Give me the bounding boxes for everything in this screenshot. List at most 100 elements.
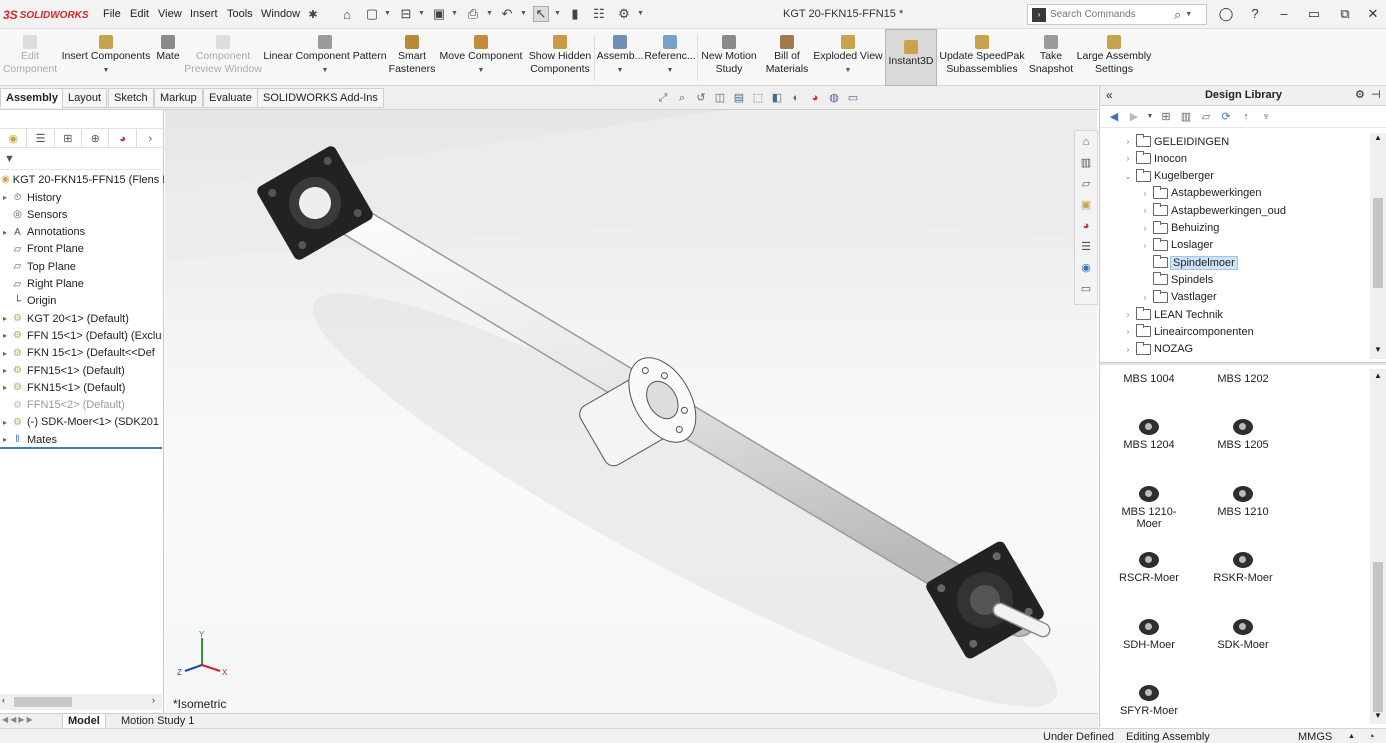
library-folder[interactable]: › LEAN Technik — [1122, 306, 1223, 323]
file-properties-icon[interactable]: ☷ — [591, 6, 607, 22]
take-snapshot-button[interactable]: Take Snapshot — [1026, 29, 1076, 86]
help-icon[interactable]: ? — [1247, 6, 1263, 22]
menu-file[interactable]: File — [103, 8, 121, 20]
solidworks-resources-icon[interactable]: ⌂ — [1075, 131, 1097, 152]
library-folder[interactable]: › Behuizing — [1139, 220, 1219, 237]
expand-arrow-icon[interactable]: ▸ — [0, 193, 10, 202]
library-folder[interactable]: › Astapbewerkingen_oud — [1139, 202, 1286, 219]
expand-arrow-icon[interactable]: ▸ — [0, 228, 10, 237]
property-manager-icon[interactable]: ☰ — [27, 129, 55, 148]
component-preview-window-button[interactable]: Component Preview Window — [184, 29, 262, 86]
chevron-right-icon[interactable]: › — [1122, 345, 1134, 354]
chevron-down-icon[interactable]: ▼ — [667, 64, 674, 77]
rebuild-traffic-light-icon[interactable]: ▮ — [567, 6, 583, 22]
expand-arrow-icon[interactable]: ▸ — [0, 418, 10, 427]
mate-button[interactable]: Mate — [152, 29, 184, 86]
ball-screw-model[interactable]: Y X Z — [165, 110, 1097, 713]
instant3d-button[interactable]: Instant3D — [885, 29, 937, 86]
scrollbar-thumb[interactable] — [1373, 562, 1383, 712]
assembly-features-button[interactable]: Assemb... ▼ — [596, 29, 644, 86]
user-account-icon[interactable]: ◯ — [1218, 6, 1234, 22]
chevron-right-icon[interactable]: › — [152, 695, 155, 705]
show-hidden-components-button[interactable]: Show Hidden Components — [526, 29, 594, 86]
zoom-to-fit-icon[interactable]: ⤢ — [655, 90, 671, 106]
panel-splitter[interactable] — [1100, 362, 1386, 365]
maximize-icon[interactable]: ⧉ — [1337, 6, 1353, 22]
horizontal-scrollbar[interactable]: ‹ › — [0, 694, 162, 710]
edit-appearance-icon[interactable]: ◕ — [807, 90, 823, 106]
feature-tree-icon[interactable]: ◉ — [0, 129, 28, 148]
search-icon[interactable]: ⌕ — [1174, 7, 1181, 23]
library-part[interactable]: MBS 1204 — [1109, 419, 1189, 451]
view-orientation-icon[interactable]: ⬚ — [750, 90, 766, 106]
chevron-right-icon[interactable]: › — [1139, 206, 1151, 215]
chevron-down-icon[interactable]: ▼ — [554, 10, 561, 17]
library-folder[interactable]: › GELEIDINGEN — [1122, 133, 1229, 150]
menu-edit[interactable]: Edit — [130, 8, 149, 20]
library-folder[interactable]: Spindels — [1139, 271, 1213, 288]
chevron-down-icon[interactable]: ▼ — [486, 10, 493, 17]
minimize-icon[interactable]: – — [1276, 6, 1292, 22]
chevron-right-icon[interactable]: › — [1122, 327, 1134, 336]
refresh-icon[interactable]: ⟳ — [1218, 109, 1234, 125]
expand-arrow-icon[interactable]: ▸ — [0, 314, 10, 323]
chevron-up-icon[interactable]: ▲ — [1348, 733, 1355, 740]
library-part[interactable]: MBS 1202 — [1203, 369, 1283, 385]
menu-view[interactable]: View — [158, 8, 182, 20]
tree-item[interactable]: ▸ ⚙ KGT 20<1> (Default) — [0, 310, 164, 327]
chevron-down-icon[interactable]: ▼ — [520, 10, 527, 17]
library-folder[interactable]: › Astapbewerkingen — [1139, 185, 1262, 202]
library-part[interactable]: MBS 1210-Moer — [1109, 485, 1189, 530]
customize-status-icon[interactable]: ◔ — [1368, 731, 1375, 743]
chevron-down-icon[interactable]: ▼ — [322, 64, 329, 77]
library-folder[interactable]: › Inocon — [1122, 150, 1187, 167]
exploded-view-button[interactable]: Exploded View ▼ — [812, 29, 884, 86]
search-input[interactable] — [1050, 9, 1170, 20]
library-part[interactable]: SDH-Moer — [1109, 618, 1189, 651]
move-component-button[interactable]: Move Component ▼ — [436, 29, 526, 86]
open-folder-icon[interactable]: ⊟ — [398, 6, 414, 22]
library-part[interactable]: MBS 1004 — [1109, 369, 1189, 385]
save-icon[interactable]: ▣ — [431, 6, 447, 22]
chevron-down-icon[interactable]: ▼ — [1146, 109, 1154, 125]
chevron-down-icon[interactable]: ▼ — [1374, 345, 1382, 354]
smart-fasteners-button[interactable]: Smart Fasteners — [388, 29, 436, 86]
hide-show-items-icon[interactable]: ◐ — [788, 90, 804, 106]
tab-sketch[interactable]: Sketch — [108, 88, 154, 108]
chevron-down-icon[interactable]: ▼ — [637, 10, 644, 17]
forward-icon[interactable]: ▶ — [1126, 109, 1142, 125]
tree-item[interactable]: ▸ ⚙ FKN15<1> (Default) — [0, 379, 164, 396]
bill-of-materials-button[interactable]: Bill of Materials — [762, 29, 812, 86]
chevron-right-icon[interactable]: › — [1139, 189, 1151, 198]
menu-tools[interactable]: Tools — [227, 8, 253, 20]
reference-geometry-button[interactable]: Referenc... ▼ — [644, 29, 696, 86]
unit-system[interactable]: MMGS — [1298, 731, 1332, 743]
dimxpert-icon[interactable]: ⊕ — [82, 129, 110, 148]
library-part[interactable]: MBS 1210 — [1203, 485, 1283, 518]
add-file-location-icon[interactable]: ▥ — [1178, 109, 1194, 125]
tab-addins[interactable]: SOLIDWORKS Add-Ins — [257, 88, 384, 108]
tree-item[interactable]: ▸ ⚙ FFN15<1> (Default) — [0, 362, 164, 379]
insert-components-button[interactable]: Insert Components ▼ — [60, 29, 152, 86]
previous-view-icon[interactable]: ↺ — [693, 90, 709, 106]
pin-icon[interactable]: ✱ — [305, 6, 321, 22]
chevron-right-icon[interactable]: › — [1139, 241, 1151, 250]
tab-model[interactable]: Model — [62, 714, 106, 728]
settings-gear-icon[interactable]: ⚙ — [1355, 88, 1365, 101]
tab-markup[interactable]: Markup — [154, 88, 203, 108]
large-assembly-settings-button[interactable]: Large Assembly Settings — [1076, 29, 1152, 86]
library-part[interactable]: RSKR-Moer — [1203, 552, 1283, 584]
scrollbar-thumb[interactable] — [1373, 198, 1383, 288]
dynamic-annotation-icon[interactable]: ▤ — [731, 90, 747, 106]
tree-item[interactable]: ▸ ⚙ FFN 15<1> (Default) (Exclu — [0, 327, 164, 344]
search-commands-box[interactable]: › ⌕ ▼ — [1027, 4, 1207, 25]
add-to-library-icon[interactable]: ⊞ — [1158, 109, 1174, 125]
forum-chat-icon[interactable]: ▭ — [1075, 278, 1097, 299]
display-manager-icon[interactable]: ◕ — [109, 129, 137, 148]
update-speedpak-button[interactable]: Update SpeedPak Subassemblies — [939, 29, 1025, 86]
chevron-down-icon[interactable]: ▼ — [384, 10, 391, 17]
tree-item[interactable]: ▸ ⚙ FKN 15<1> (Default<<Def — [0, 345, 164, 362]
back-icon[interactable]: ◀ — [1106, 109, 1122, 125]
tree-item[interactable]: ▱ Right Plane — [0, 276, 164, 293]
library-part[interactable]: MBS 1205 — [1203, 419, 1283, 451]
